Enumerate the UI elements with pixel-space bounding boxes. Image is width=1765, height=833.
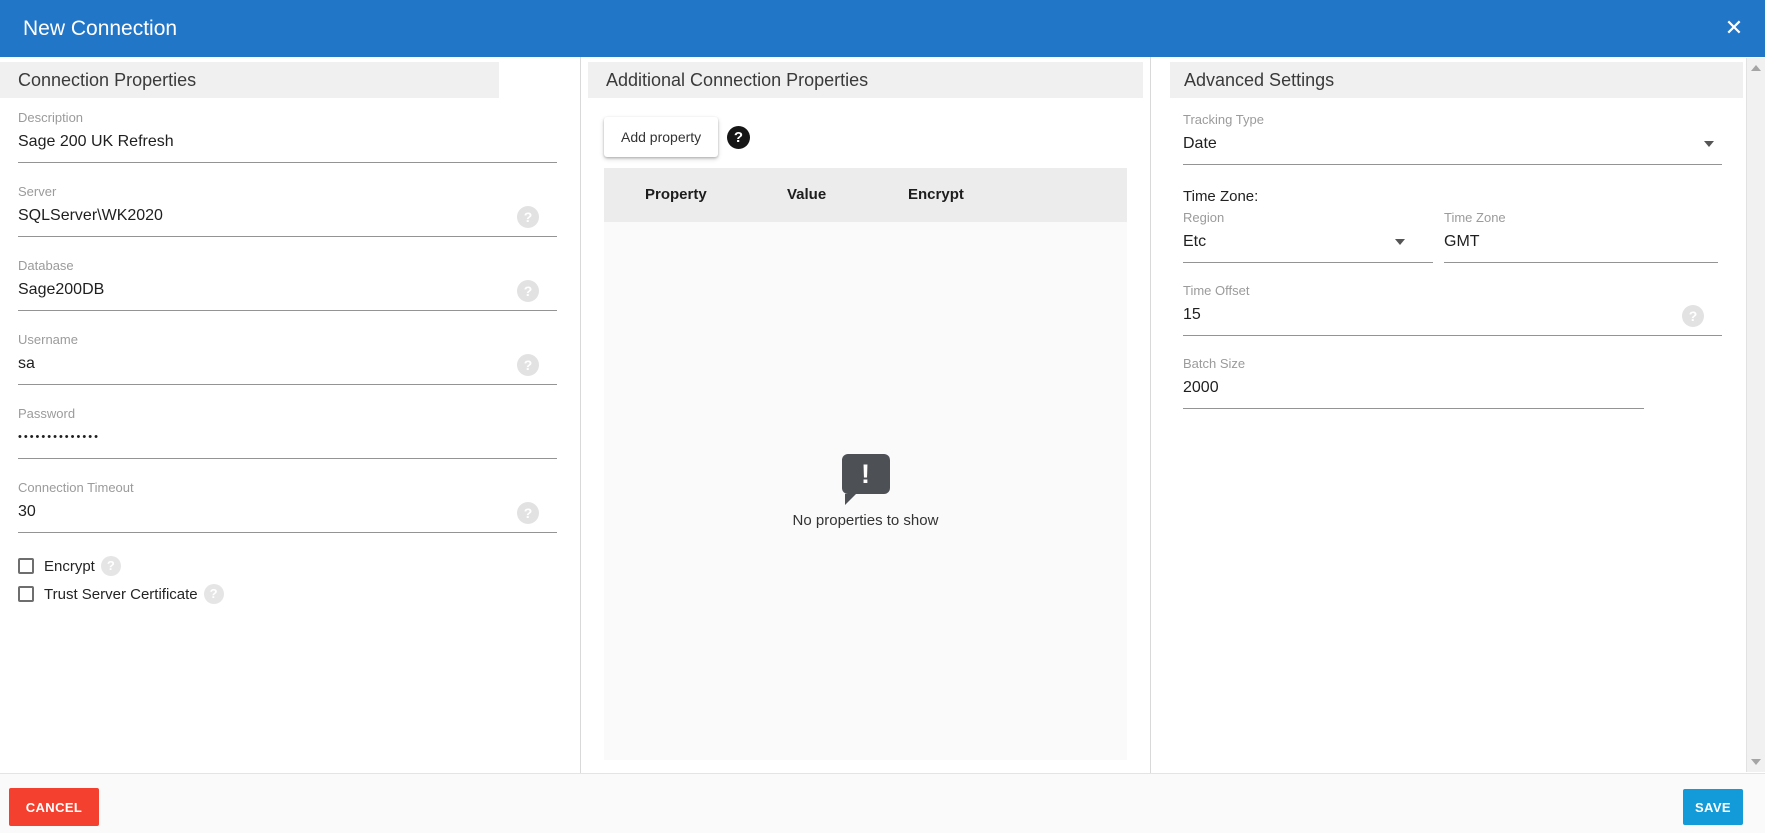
time-offset-input[interactable]: 15 bbox=[1183, 305, 1722, 324]
connection-timeout-input[interactable]: 30 bbox=[18, 502, 557, 521]
vertical-scrollbar[interactable] bbox=[1746, 58, 1765, 772]
description-input[interactable]: Sage 200 UK Refresh bbox=[18, 132, 557, 151]
trust-server-certificate-row: Trust Server Certificate ? bbox=[18, 584, 224, 604]
trust-server-certificate-label: Trust Server Certificate bbox=[44, 586, 198, 603]
region-field: Region Etc bbox=[1183, 210, 1433, 263]
dialog-footer: CANCEL SAVE bbox=[0, 773, 1765, 833]
time-offset-field: Time Offset 15 ? bbox=[1183, 283, 1722, 336]
server-label: Server bbox=[18, 184, 557, 199]
advanced-settings-header: Advanced Settings bbox=[1170, 62, 1743, 98]
chevron-down-icon[interactable] bbox=[1704, 141, 1714, 147]
batch-size-label: Batch Size bbox=[1183, 356, 1644, 371]
time-zone-label: Time Zone bbox=[1444, 210, 1718, 225]
help-icon[interactable]: ? bbox=[727, 126, 750, 149]
password-label: Password bbox=[18, 406, 557, 421]
help-icon[interactable]: ? bbox=[1682, 305, 1704, 327]
encrypt-row: Encrypt ? bbox=[18, 556, 224, 576]
help-icon[interactable]: ? bbox=[517, 206, 539, 228]
help-icon[interactable]: ? bbox=[517, 280, 539, 302]
connection-properties-header: Connection Properties bbox=[0, 62, 499, 98]
password-field: Password •••••••••••••• bbox=[18, 406, 557, 459]
time-zone-group-label: Time Zone: bbox=[1183, 188, 1258, 205]
time-zone-input[interactable]: GMT bbox=[1444, 232, 1718, 251]
scroll-up-icon[interactable] bbox=[1751, 65, 1761, 71]
alert-bubble-icon: ! bbox=[842, 454, 890, 494]
username-input[interactable]: sa bbox=[18, 354, 557, 373]
save-button[interactable]: SAVE bbox=[1683, 789, 1743, 825]
add-property-button[interactable]: Add property bbox=[604, 117, 718, 157]
page-title: New Connection bbox=[23, 17, 177, 41]
time-offset-label: Time Offset bbox=[1183, 283, 1722, 298]
server-field: Server SQLServer\WK2020 ? bbox=[18, 184, 557, 237]
empty-state-message: No properties to show bbox=[793, 512, 939, 529]
batch-size-input[interactable]: 2000 bbox=[1183, 378, 1644, 397]
database-input[interactable]: Sage200DB bbox=[18, 280, 557, 299]
time-zone-field: Time Zone GMT bbox=[1444, 210, 1718, 263]
properties-table-body: ! No properties to show bbox=[604, 222, 1127, 760]
tracking-type-label: Tracking Type bbox=[1183, 112, 1722, 127]
server-input[interactable]: SQLServer\WK2020 bbox=[18, 206, 557, 225]
properties-table-header: Property Value Encrypt bbox=[604, 168, 1127, 222]
description-field: Description Sage 200 UK Refresh bbox=[18, 110, 557, 163]
scroll-down-icon[interactable] bbox=[1751, 759, 1761, 765]
help-icon[interactable]: ? bbox=[204, 584, 224, 604]
connection-timeout-label: Connection Timeout bbox=[18, 480, 557, 495]
encrypt-label: Encrypt bbox=[44, 558, 95, 575]
tracking-type-field: Tracking Type Date bbox=[1183, 112, 1722, 165]
chevron-down-icon[interactable] bbox=[1395, 239, 1405, 245]
help-icon[interactable]: ? bbox=[517, 354, 539, 376]
column-divider bbox=[1150, 57, 1151, 773]
help-icon[interactable]: ? bbox=[517, 502, 539, 524]
connection-properties-form: Description Sage 200 UK Refresh Server S… bbox=[18, 110, 557, 554]
encrypt-checkbox[interactable] bbox=[18, 558, 34, 574]
property-column-header: Property bbox=[645, 168, 707, 222]
batch-size-field: Batch Size 2000 bbox=[1183, 356, 1644, 409]
username-label: Username bbox=[18, 332, 557, 347]
value-column-header: Value bbox=[787, 168, 826, 222]
database-label: Database bbox=[18, 258, 557, 273]
connection-timeout-field: Connection Timeout 30 ? bbox=[18, 480, 557, 533]
description-label: Description bbox=[18, 110, 557, 125]
username-field: Username sa ? bbox=[18, 332, 557, 385]
column-divider bbox=[580, 57, 581, 773]
password-input[interactable]: •••••••••••••• bbox=[18, 428, 557, 447]
encrypt-column-header: Encrypt bbox=[908, 168, 964, 222]
connection-checkboxes: Encrypt ? Trust Server Certificate ? bbox=[18, 556, 224, 612]
additional-properties-header: Additional Connection Properties bbox=[588, 62, 1143, 98]
trust-server-certificate-checkbox[interactable] bbox=[18, 586, 34, 602]
dialog-titlebar: New Connection ✕ bbox=[0, 0, 1765, 57]
help-icon[interactable]: ? bbox=[101, 556, 121, 576]
close-icon[interactable]: ✕ bbox=[1719, 13, 1749, 43]
region-label: Region bbox=[1183, 210, 1433, 225]
cancel-button[interactable]: CANCEL bbox=[9, 788, 99, 826]
tracking-type-select[interactable]: Date bbox=[1183, 134, 1722, 153]
database-field: Database Sage200DB ? bbox=[18, 258, 557, 311]
